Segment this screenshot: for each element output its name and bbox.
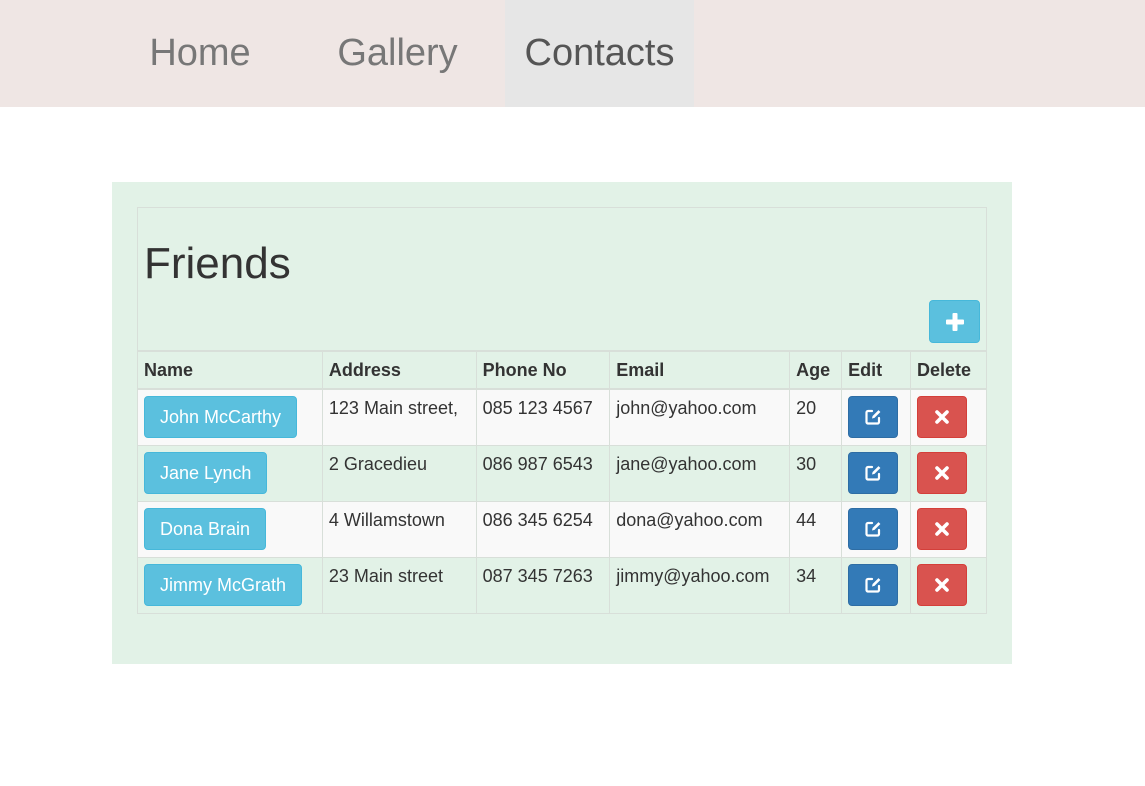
phone-cell: 086 987 6543	[475, 444, 611, 502]
phone-cell: 086 345 6254	[475, 500, 611, 558]
nav-home[interactable]: Home	[105, 0, 295, 107]
email-cell: jimmy@yahoo.com	[609, 556, 791, 614]
edit-icon	[865, 577, 881, 593]
address-cell: 4 Willamstown	[321, 500, 477, 558]
friends-container: Friends Name Address Phone No Email Age …	[112, 182, 1012, 664]
edit-cell	[841, 556, 912, 614]
email-cell: jane@yahoo.com	[609, 444, 791, 502]
phone-cell: 087 345 7263	[475, 556, 611, 614]
add-friend-button[interactable]	[929, 300, 980, 343]
plus-icon	[945, 312, 964, 331]
address-cell: 123 Main street,	[321, 388, 477, 446]
friends-panel: Friends Name Address Phone No Email Age …	[137, 207, 987, 614]
age-cell: 34	[789, 556, 843, 614]
column-header-email: Email	[609, 350, 791, 390]
edit-button[interactable]	[848, 563, 899, 606]
edit-cell	[841, 500, 912, 558]
edit-icon	[865, 521, 881, 537]
edit-button[interactable]	[848, 451, 899, 494]
delete-cell	[910, 556, 987, 614]
column-header-address: Address	[321, 350, 477, 390]
top-navbar: Home Gallery Contacts	[0, 0, 1145, 107]
table-header-row: Name Address Phone No Email Age Edit Del…	[137, 350, 987, 390]
delete-cell	[910, 500, 987, 558]
edit-button[interactable]	[848, 396, 899, 438]
age-cell: 20	[789, 388, 843, 446]
friend-name-button[interactable]: Dona Brain	[144, 507, 267, 550]
table-row: Dona Brain 4 Willamstown 086 345 6254 dona@…	[137, 500, 987, 558]
table-row: Jane Lynch 2 Gracedieu 086 987 6543 jane@ya…	[137, 444, 987, 502]
close-icon	[935, 521, 949, 536]
column-header-name: Name	[137, 350, 323, 390]
nav-contacts[interactable]: Contacts	[505, 0, 694, 107]
delete-cell	[910, 444, 987, 502]
friend-name-button[interactable]: Jane Lynch	[144, 451, 268, 494]
name-cell: Jane Lynch	[137, 444, 323, 502]
friends-table: Name Address Phone No Email Age Edit Del…	[137, 350, 987, 614]
email-cell: john@yahoo.com	[609, 388, 791, 446]
name-cell: Jimmy McGrath	[137, 556, 323, 614]
email-cell: dona@yahoo.com	[609, 500, 791, 558]
name-cell: Dona Brain	[137, 500, 323, 558]
delete-button[interactable]	[917, 451, 968, 494]
table-row: John McCarthy 123 Main street, 085 123 456…	[137, 388, 987, 446]
edit-button[interactable]	[848, 507, 899, 550]
edit-icon	[865, 465, 881, 481]
delete-cell	[910, 388, 987, 446]
edit-cell	[841, 444, 912, 502]
address-cell: 2 Gracedieu	[321, 444, 477, 502]
delete-button[interactable]	[917, 396, 968, 438]
name-cell: John McCarthy	[137, 388, 323, 446]
close-icon	[935, 410, 949, 424]
friend-name-button[interactable]: Jimmy McGrath	[144, 563, 302, 606]
column-header-age: Age	[789, 350, 843, 390]
friend-name-button[interactable]: John McCarthy	[144, 396, 298, 438]
column-header-delete: Delete	[910, 350, 987, 390]
nav-gallery[interactable]: Gallery	[305, 0, 490, 107]
edit-icon	[865, 409, 881, 425]
close-icon	[935, 577, 949, 592]
table-row: Jimmy McGrath 23 Main street 087 345 7263 j…	[137, 556, 987, 614]
phone-cell: 085 123 4567	[475, 388, 611, 446]
column-header-edit: Edit	[841, 350, 912, 390]
close-icon	[935, 465, 949, 480]
address-cell: 23 Main street	[321, 556, 477, 614]
age-cell: 30	[789, 444, 843, 502]
edit-cell	[841, 388, 912, 446]
page-title: Friends	[144, 239, 291, 288]
age-cell: 44	[789, 500, 843, 558]
column-header-phone: Phone No	[475, 350, 611, 390]
delete-button[interactable]	[917, 563, 968, 606]
delete-button[interactable]	[917, 507, 968, 550]
